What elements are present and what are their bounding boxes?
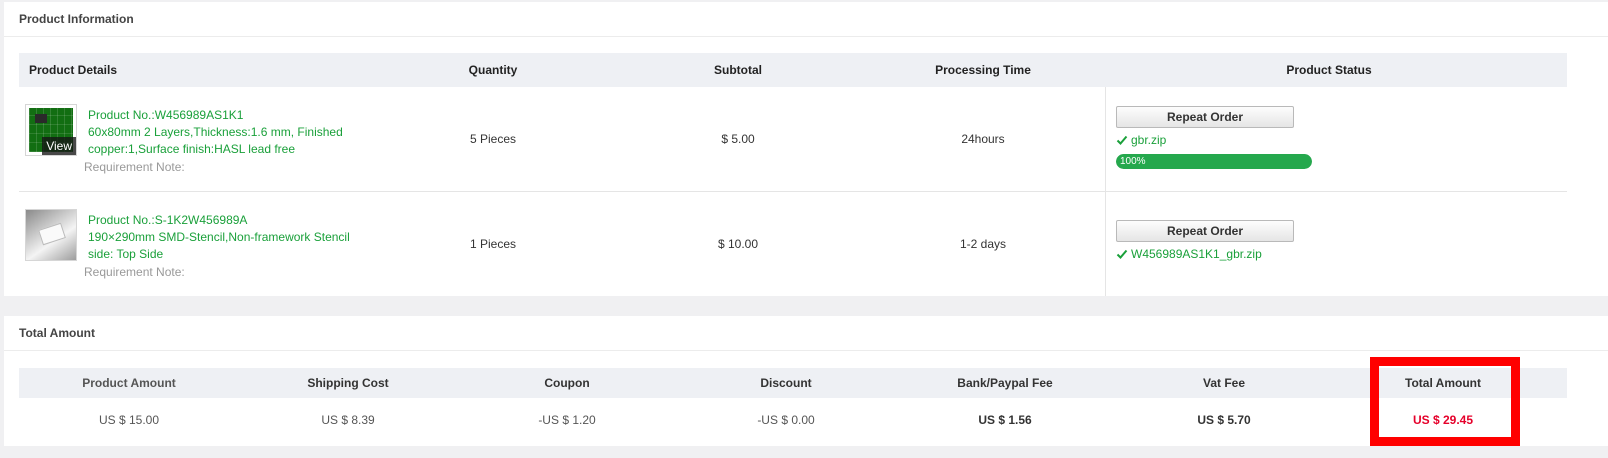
product-number-link[interactable]: Product No.:W456989AS1K1 — [88, 107, 378, 124]
table-row: Product No.:S-1K2W456989A 190×290mm SMD-… — [19, 192, 1567, 296]
product-number-link[interactable]: Product No.:S-1K2W456989A — [88, 212, 378, 229]
stencil-image — [26, 210, 76, 260]
progress-fill: 100% — [1116, 154, 1312, 169]
vat-fee-value: US $ 5.70 — [1197, 413, 1251, 427]
product-info: Product No.:W456989AS1K1 60x80mm 2 Layer… — [88, 107, 378, 158]
header-processing-time: Processing Time — [935, 63, 1031, 77]
product-description: 60x80mm 2 Layers,Thickness:1.6 mm, Finis… — [88, 125, 343, 156]
header-bank-fee: Bank/Paypal Fee — [957, 376, 1053, 390]
header-subtotal: Subtotal — [714, 63, 762, 77]
subtotal-cell: $ 5.00 — [721, 87, 754, 191]
header-shipping-cost: Shipping Cost — [307, 376, 389, 390]
product-table: Product Details Quantity Subtotal Proces… — [19, 53, 1567, 296]
header-discount: Discount — [760, 376, 812, 390]
processing-cell: 24hours — [961, 87, 1004, 191]
processing-value: 24hours — [961, 132, 1005, 146]
coupon-value: -US $ 1.20 — [538, 413, 596, 427]
quantity-cell: 5 Pieces — [470, 87, 516, 191]
total-amount-title: Total Amount — [4, 316, 1608, 351]
total-table-values: US $ 15.00 US $ 8.39 -US $ 1.20 -US $ 0.… — [19, 398, 1567, 442]
product-description: 190×290mm SMD-Stencil,Non-framework Sten… — [88, 230, 350, 261]
column-divider — [1105, 192, 1106, 296]
column-divider — [1105, 87, 1106, 191]
repeat-order-button[interactable]: Repeat Order — [1116, 220, 1294, 242]
repeat-order-button[interactable]: Repeat Order — [1116, 106, 1294, 128]
file-name: W456989AS1K1_gbr.zip — [1131, 247, 1262, 261]
product-thumbnail[interactable] — [25, 209, 77, 261]
quantity-cell: 1 Pieces — [470, 192, 516, 296]
view-button[interactable]: View — [42, 137, 76, 155]
processing-value: 1-2 days — [959, 237, 1007, 251]
check-icon — [1116, 135, 1128, 145]
product-amount-value: US $ 15.00 — [98, 413, 160, 427]
check-icon — [1116, 249, 1128, 259]
product-thumbnail[interactable]: View — [25, 104, 77, 156]
requirement-note: Requirement Note: — [84, 265, 185, 279]
quantity-value: 1 Pieces — [469, 237, 517, 251]
shipping-cost-value: US $ 8.39 — [321, 413, 375, 427]
total-amount-highlight — [1370, 357, 1520, 446]
file-name: gbr.zip — [1131, 133, 1167, 147]
header-coupon: Coupon — [544, 376, 590, 390]
product-information-title: Product Information — [4, 2, 1608, 37]
total-amount-panel: Total Amount Product Amount Shipping Cos… — [4, 316, 1608, 446]
upload-progress-bar: 100% — [1116, 154, 1312, 169]
header-product-status: Product Status — [1286, 63, 1372, 77]
discount-value: -US $ 0.00 — [757, 413, 815, 427]
file-download-link[interactable]: gbr.zip — [1116, 133, 1166, 147]
subtotal-value: $ 10.00 — [717, 237, 759, 251]
total-table-header: Product Amount Shipping Cost Coupon Disc… — [19, 368, 1567, 398]
processing-cell: 1-2 days — [960, 192, 1006, 296]
subtotal-value: $ 5.00 — [721, 132, 755, 146]
header-product-details: Product Details — [29, 63, 118, 77]
header-product-amount: Product Amount — [82, 376, 176, 390]
header-quantity: Quantity — [468, 63, 518, 77]
product-info: Product No.:S-1K2W456989A 190×290mm SMD-… — [88, 212, 378, 263]
header-vat-fee: Vat Fee — [1202, 376, 1246, 390]
product-table-header: Product Details Quantity Subtotal Proces… — [19, 53, 1567, 87]
total-amount-table: Product Amount Shipping Cost Coupon Disc… — [19, 368, 1567, 442]
file-download-link[interactable]: W456989AS1K1_gbr.zip — [1116, 247, 1262, 261]
bank-fee-value: US $ 1.56 — [978, 413, 1032, 427]
product-information-panel: Product Information Product Details Quan… — [4, 2, 1608, 296]
subtotal-cell: $ 10.00 — [718, 192, 758, 296]
table-row: View Product No.:W456989AS1K1 60x80mm 2 … — [19, 87, 1567, 192]
requirement-note: Requirement Note: — [84, 160, 185, 174]
quantity-value: 5 Pieces — [469, 132, 517, 146]
